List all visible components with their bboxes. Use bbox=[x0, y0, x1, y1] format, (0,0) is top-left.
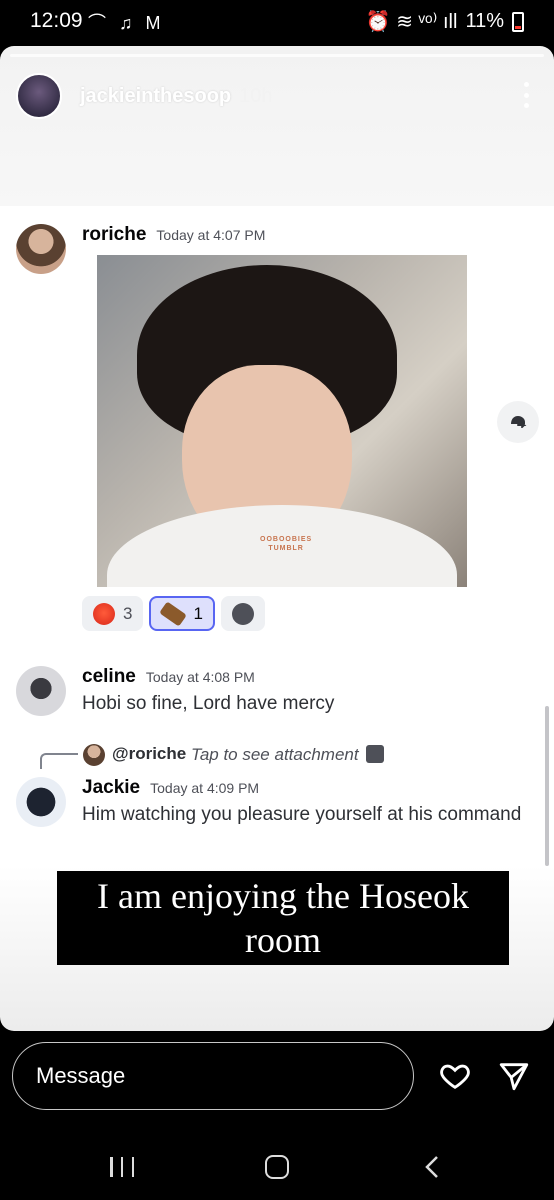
back-icon[interactable] bbox=[424, 1155, 440, 1179]
reply-avatar bbox=[83, 744, 105, 766]
scrollbar bbox=[545, 706, 549, 866]
image-icon bbox=[366, 745, 384, 763]
story-progress-bar bbox=[10, 54, 544, 57]
story-age: 10h bbox=[239, 84, 273, 107]
reaction-count: 3 bbox=[123, 603, 133, 623]
story-header: jackieinthesoop 10h bbox=[16, 72, 273, 120]
reaction-count: 1 bbox=[193, 603, 203, 623]
reply-tap-text[interactable]: Tap to see attachment bbox=[191, 745, 359, 765]
send-icon[interactable] bbox=[497, 1059, 531, 1093]
message-timestamp: Today at 4:09 PM bbox=[150, 780, 260, 796]
message-author[interactable]: Jackie bbox=[82, 777, 140, 798]
home-icon[interactable] bbox=[265, 1155, 289, 1179]
reaction-coffin[interactable]: 1 bbox=[149, 596, 215, 631]
story-card[interactable]: jackieinthesoop 10h roriche Today at 4:07… bbox=[0, 46, 554, 1031]
reactions-row: 3 1 bbox=[82, 596, 265, 631]
signal-icons: ⏰ ≋ ᵛᵒ⁾ ıll bbox=[365, 11, 458, 33]
hot-face-emoji-icon bbox=[93, 602, 115, 625]
add-reaction-button[interactable] bbox=[220, 596, 265, 631]
status-bar: 12:09 ⌒ ♫ M ⏰ ≋ ᵛᵒ⁾ ıll 11% bbox=[0, 0, 554, 44]
watermark-line-1: OOBOOBIES bbox=[260, 536, 313, 543]
status-right: ⏰ ≋ ᵛᵒ⁾ ıll 11% bbox=[366, 9, 524, 34]
message-text: Him watching you pleasure yourself at hi… bbox=[82, 804, 522, 825]
avatar[interactable] bbox=[16, 777, 66, 827]
message-celine: celine Today at 4:08 PM Hobi so fine, Lor… bbox=[0, 666, 554, 726]
avatar[interactable] bbox=[16, 224, 66, 274]
avatar[interactable] bbox=[16, 666, 66, 716]
message-jackie: Jackie Today at 4:09 PM Him watching you … bbox=[0, 777, 554, 837]
message-timestamp: Today at 4:07 PM bbox=[156, 227, 266, 243]
forward-button[interactable] bbox=[497, 401, 539, 443]
reply-mention[interactable]: @roriche bbox=[112, 744, 186, 764]
message-author[interactable]: celine bbox=[82, 666, 136, 687]
battery-percent: 11% bbox=[465, 10, 504, 32]
story-caption: I am enjoying the Hoseok room bbox=[57, 871, 509, 965]
status-time: 12:09 bbox=[30, 9, 83, 32]
add-reaction-icon bbox=[231, 602, 254, 625]
reaction-hot-face[interactable]: 3 bbox=[82, 596, 144, 631]
story-username[interactable]: jackieinthesoop bbox=[80, 85, 231, 108]
battery-icon bbox=[512, 11, 524, 32]
forward-icon bbox=[511, 416, 527, 428]
message-image-attachment[interactable]: OOBOOBIES TUMBLR bbox=[97, 255, 467, 587]
reply-connector bbox=[40, 753, 78, 769]
heart-icon[interactable] bbox=[437, 1059, 473, 1093]
system-nav-bar bbox=[0, 1135, 554, 1200]
notification-icons: ⌒ ♫ M bbox=[88, 13, 165, 33]
coffin-emoji-icon bbox=[159, 600, 188, 627]
story-avatar[interactable] bbox=[16, 73, 62, 119]
image-watermark: OOBOOBIES TUMBLR bbox=[260, 535, 312, 553]
message-timestamp: Today at 4:08 PM bbox=[145, 669, 255, 685]
message-input[interactable]: Message bbox=[12, 1042, 414, 1110]
recent-apps-icon[interactable] bbox=[110, 1157, 134, 1177]
message-text: Hobi so fine, Lord have mercy bbox=[82, 693, 335, 714]
watermark-line-2: TUMBLR bbox=[268, 545, 304, 552]
more-options-icon[interactable] bbox=[524, 82, 530, 108]
message-author[interactable]: roriche bbox=[82, 224, 146, 245]
